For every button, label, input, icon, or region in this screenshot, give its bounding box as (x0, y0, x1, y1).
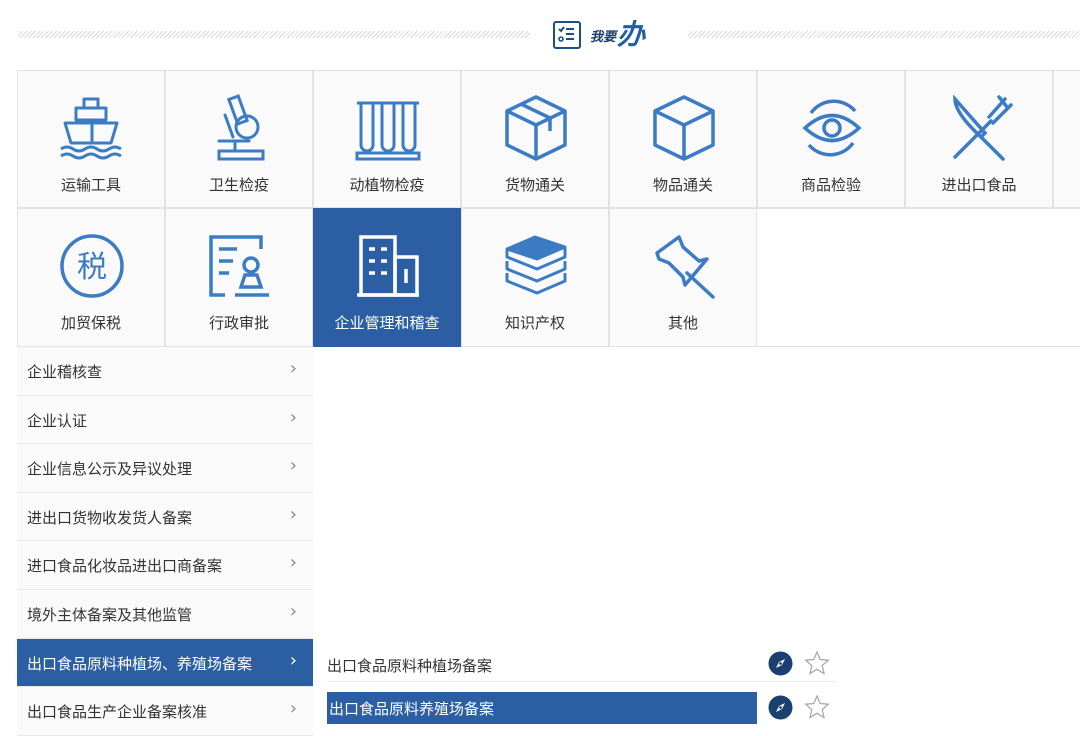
menu-item-food-cosmetics-registration[interactable]: 进口食品化妆品进出口商备案 › (17, 541, 313, 590)
category-label: 卫生检疫 (208, 176, 269, 194)
menu-item-label: 企业信息公示及异议处理 (27, 460, 193, 479)
menu-item-info-disclosure[interactable]: 企业信息公示及异议处理 › (17, 444, 313, 493)
category-label: 物品通关 (652, 176, 713, 194)
books-icon (505, 235, 567, 295)
category-label: 企业管理和稽查 (334, 314, 440, 332)
category-label: 知识产权 (504, 314, 565, 332)
section-header: 我要 办 (0, 0, 1080, 70)
menu-item-enterprise-audit[interactable]: 企业稽核查 › (17, 347, 313, 396)
menu-item-label: 企业认证 (27, 411, 88, 430)
chevron-right-icon: › (289, 406, 297, 428)
compass-icon[interactable] (768, 695, 793, 720)
microscope-icon (217, 94, 265, 161)
category-overflow (1053, 70, 1080, 208)
logo-text-small: 我要 (590, 29, 617, 45)
menu-item-producer-approval[interactable]: 出口食品生产企业备案核准 › (17, 687, 313, 736)
menu-item-label: 出口食品原料种植场、养殖场备案 (27, 654, 253, 673)
category-label: 其他 (667, 314, 698, 332)
category-grid: 运输工具 卫生检疫 动植物检疫 货物通关 物品通关 商品检验 进出口食品 税 加… (17, 70, 1080, 347)
menu-item-label: 进口食品化妆品进出口商备案 (27, 557, 223, 576)
chevron-right-icon: › (289, 455, 297, 477)
menu-item-label: 境外主体备案及其他监管 (27, 605, 193, 624)
menu-item-overseas-registration[interactable]: 境外主体备案及其他监管 › (17, 589, 313, 639)
category-label: 商品检验 (800, 176, 861, 194)
menu-item-enterprise-certification[interactable]: 企业认证 › (17, 395, 313, 445)
building-icon (357, 235, 419, 297)
category-administrative-approval[interactable]: 行政审批 (165, 208, 313, 347)
header-divider-right (688, 31, 1080, 38)
category-label: 动植物检疫 (349, 176, 425, 194)
section-logo: 我要 办 (553, 18, 645, 52)
category-label: 运输工具 (60, 176, 121, 194)
category-commodity-inspection[interactable]: 商品检验 (757, 70, 905, 208)
category-enterprise-management[interactable]: 企业管理和稽查 (313, 208, 461, 347)
eye-icon (802, 99, 862, 157)
chevron-right-icon: › (289, 649, 297, 671)
compass-icon[interactable] (768, 651, 793, 676)
ship-icon (60, 97, 122, 160)
service-item-label[interactable]: 出口食品原料养殖场备案 (329, 698, 494, 719)
svg-text:税: 税 (77, 250, 107, 285)
logo-text-big: 办 (617, 18, 646, 51)
service-item-label[interactable]: 出口食品原料种植场备案 (327, 655, 492, 676)
category-label: 加贸保税 (60, 314, 121, 332)
service-item-breeding-farm[interactable]: 出口食品原料养殖场备案 (327, 690, 835, 726)
star-icon[interactable] (804, 694, 830, 720)
category-intellectual-property[interactable]: 知识产权 (461, 208, 609, 347)
tax-icon: 税 (60, 234, 124, 298)
approval-stamp-icon (209, 235, 269, 297)
checklist-icon (553, 21, 581, 49)
menu-item-label: 企业稽核查 (27, 363, 103, 381)
package-icon (505, 95, 567, 161)
category-label: 进出口食品 (941, 176, 1017, 194)
pin-icon (655, 235, 715, 299)
service-item-planting-farm[interactable]: 出口食品原料种植场备案 (327, 646, 835, 682)
fork-knife-icon (953, 94, 1013, 161)
submenu-list: 企业稽核查 › 企业认证 › 企业信息公示及异议处理 › 进出口货物收发货人备案… (17, 347, 313, 736)
chevron-right-icon: › (289, 552, 297, 574)
chevron-right-icon: › (289, 600, 297, 622)
menu-item-label: 进出口货物收发货人备案 (27, 508, 193, 527)
test-tubes-icon (355, 101, 421, 161)
category-items-clearance[interactable]: 物品通关 (609, 70, 757, 208)
category-bonded-processing[interactable]: 税 加贸保税 (17, 208, 165, 347)
grid-empty-area (757, 208, 1080, 347)
menu-item-label: 出口食品生产企业备案核准 (27, 703, 208, 722)
category-health-quarantine[interactable]: 卫生检疫 (165, 70, 313, 208)
category-label: 货物通关 (504, 176, 565, 194)
menu-item-consignor-registration[interactable]: 进出口货物收发货人备案 › (17, 492, 313, 542)
cube-icon (653, 95, 715, 161)
chevron-right-icon: › (289, 358, 297, 379)
chevron-right-icon: › (289, 698, 297, 720)
category-import-export-food[interactable]: 进出口食品 (905, 70, 1053, 208)
category-transport[interactable]: 运输工具 (17, 70, 165, 208)
category-goods-clearance[interactable]: 货物通关 (461, 70, 609, 208)
chevron-right-icon: › (289, 503, 297, 525)
category-animal-plant-quarantine[interactable]: 动植物检疫 (313, 70, 461, 208)
star-icon[interactable] (804, 650, 830, 676)
menu-item-farm-registration[interactable]: 出口食品原料种植场、养殖场备案 › (17, 638, 313, 688)
category-other[interactable]: 其他 (609, 208, 757, 347)
category-label: 行政审批 (208, 314, 269, 332)
header-divider-left (18, 31, 530, 38)
